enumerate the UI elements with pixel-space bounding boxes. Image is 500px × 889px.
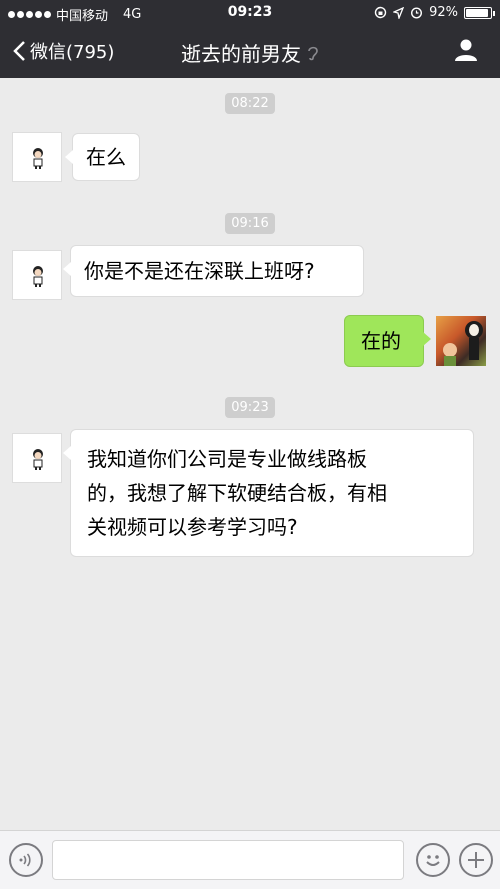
ear-icon [308, 46, 318, 60]
message-input[interactable] [52, 840, 404, 880]
emoji-icon [426, 855, 440, 866]
plus-icon [468, 852, 484, 868]
my-avatar[interactable] [436, 316, 486, 366]
timestamp: 09:23 [0, 396, 500, 418]
voice-button[interactable] [9, 843, 43, 877]
chat-area: 08:22 在么 09:16 你是不是还在深联上班呀? 在的 09:23 我知道… [0, 78, 500, 830]
anime-avatar-icon [443, 321, 483, 366]
status-right: 92% [374, 5, 495, 20]
nav-bar: 微信(795) 逝去的前男友 [0, 26, 500, 78]
chat-info-button[interactable] [454, 38, 478, 66]
person-figure-icon [33, 449, 43, 470]
voice-icon [19, 853, 31, 867]
contact-avatar[interactable] [12, 433, 62, 483]
location-icon [393, 6, 405, 19]
contact-avatar[interactable] [12, 132, 62, 182]
message-line: 的，我想了解下软硬结合板，有相 [87, 481, 387, 505]
battery-percent: 92% [429, 5, 458, 20]
battery-icon [464, 6, 495, 19]
alarm-icon [411, 7, 423, 19]
message-bubble[interactable]: 我知道你们公司是专业做线路板 的，我想了解下软硬结合板，有相 关视频可以参考学习… [63, 429, 474, 557]
status-bar: 中国移动 4G 09:23 92% [0, 0, 500, 26]
message-bubble[interactable]: 在的 [344, 315, 431, 367]
chat-title: 逝去的前男友 [181, 42, 301, 66]
timestamp: 09:16 [0, 212, 500, 234]
chat-title-bar: 逝去的前男友 [0, 38, 500, 67]
rotation-lock-icon [374, 6, 387, 19]
person-icon [455, 39, 477, 61]
person-figure-icon [33, 148, 43, 169]
message-line: 我知道你们公司是专业做线路板 [87, 447, 367, 471]
person-figure-icon [33, 266, 43, 287]
more-button[interactable] [459, 843, 493, 877]
input-bar [0, 830, 500, 889]
timestamp: 08:22 [0, 92, 500, 114]
message-bubble[interactable]: 你是不是还在深联上班呀? [63, 245, 364, 297]
message-bubble[interactable]: 在么 [65, 133, 140, 181]
message-line: 关视频可以参考学习吗? [87, 515, 298, 539]
emoji-button[interactable] [416, 843, 450, 877]
contact-avatar[interactable] [12, 250, 62, 300]
